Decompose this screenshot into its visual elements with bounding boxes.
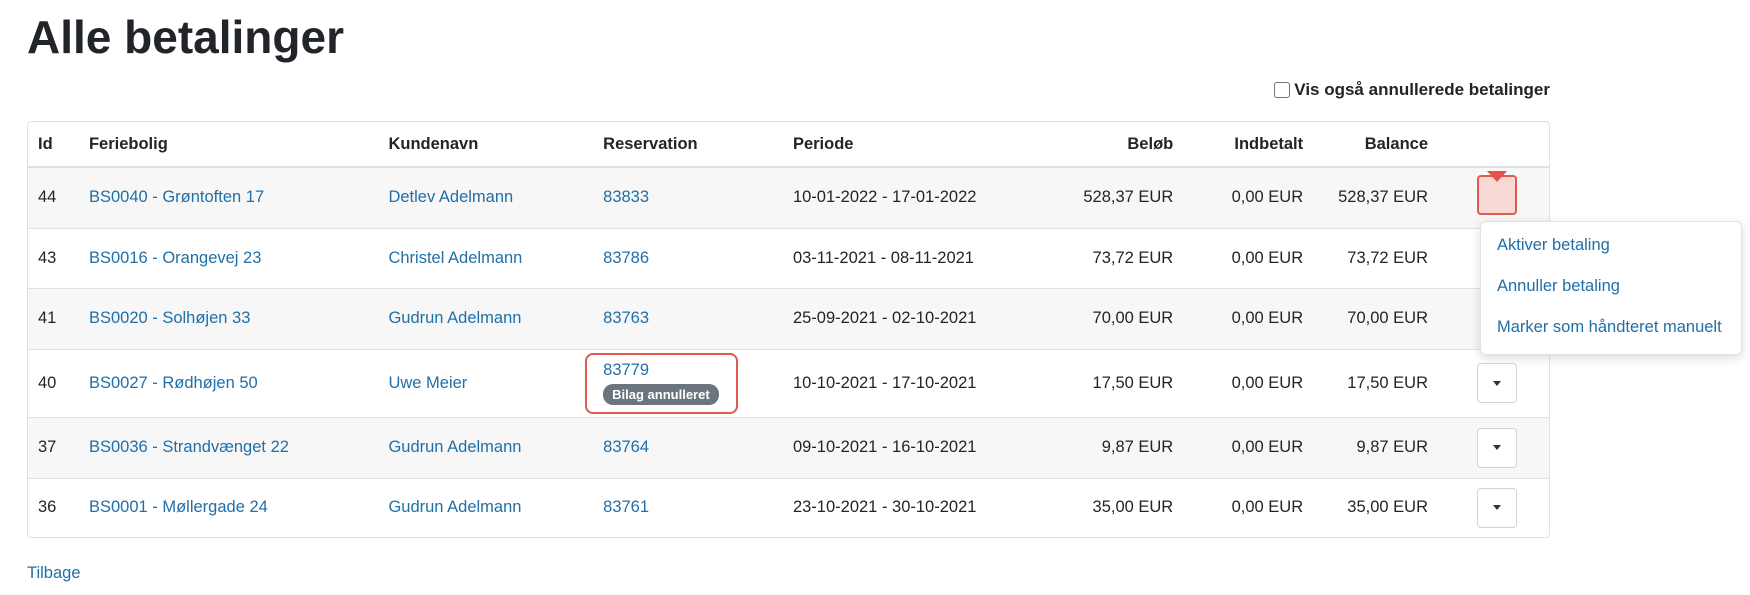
status-badge: Bilag annulleret [603, 383, 719, 405]
menu-item-activate-payment[interactable]: Aktiver betaling [1497, 236, 1741, 277]
table-row: 40 BS0027 - Rødhøjen 50 Uwe Meier 83779 … [28, 348, 1549, 417]
cell-balance: 70,00 EUR [1317, 287, 1443, 349]
cell-id: 36 [28, 477, 79, 537]
caret-down-icon [1493, 505, 1502, 511]
caret-down-icon [1493, 380, 1502, 386]
page-title: Alle betalinger [27, 11, 344, 63]
show-cancelled-filter[interactable]: Vis også annullerede betalinger [1274, 80, 1550, 100]
cell-period: 25-09-2021 - 02-10-2021 [782, 287, 1033, 349]
property-link[interactable]: BS0016 - Orangevej 23 [89, 249, 261, 267]
property-link[interactable]: BS0036 - Strandvænget 22 [89, 438, 289, 456]
cell-paid: 0,00 EUR [1187, 227, 1318, 288]
reservation-link[interactable]: 83833 [603, 188, 649, 206]
header-customer: Kundenavn [378, 122, 594, 168]
reservation-highlight: 83779 Bilag annulleret [585, 352, 738, 414]
payments-table: Id Feriebolig Kundenavn Reservation Peri… [27, 121, 1550, 538]
cell-period: 03-11-2021 - 08-11-2021 [782, 227, 1033, 288]
cell-period: 10-10-2021 - 17-10-2021 [782, 348, 1033, 417]
reservation-link[interactable]: 83763 [603, 309, 649, 327]
reservation-link[interactable]: 83786 [603, 249, 649, 267]
cell-paid: 0,00 EUR [1187, 287, 1318, 349]
customer-link[interactable]: Gudrun Adelmann [388, 498, 521, 516]
cell-amount: 528,37 EUR [1032, 166, 1188, 228]
cell-id: 37 [28, 416, 79, 478]
caret-down-icon [1493, 445, 1502, 450]
cell-id: 41 [28, 287, 79, 349]
cell-paid: 0,00 EUR [1187, 477, 1318, 537]
show-cancelled-checkbox[interactable] [1274, 82, 1291, 98]
header-amount: Beløb [1032, 122, 1188, 168]
header-actions [1442, 122, 1549, 168]
cell-balance: 73,72 EUR [1317, 227, 1443, 288]
header-balance: Balance [1317, 122, 1443, 168]
header-period: Periode [782, 122, 1033, 168]
property-link[interactable]: BS0020 - Solhøjen 33 [89, 309, 250, 327]
cell-id: 40 [28, 348, 79, 417]
row-actions-dropdown-button[interactable] [1477, 363, 1518, 403]
cell-period: 09-10-2021 - 16-10-2021 [782, 416, 1033, 478]
menu-item-mark-handled-manually[interactable]: Marker som håndteret manuelt [1497, 318, 1741, 359]
customer-link[interactable]: Gudrun Adelmann [388, 309, 521, 327]
cell-id: 44 [28, 166, 79, 228]
show-cancelled-label: Vis også annullerede betalinger [1294, 80, 1550, 99]
header-property: Feriebolig [78, 122, 379, 168]
reservation-link[interactable]: 83761 [603, 498, 649, 516]
cell-amount: 73,72 EUR [1032, 227, 1188, 288]
back-link[interactable]: Tilbage [27, 564, 81, 583]
row-actions-dropdown-button[interactable] [1477, 487, 1518, 528]
cell-period: 10-01-2022 - 17-01-2022 [782, 166, 1033, 228]
row-actions-dropdown-button[interactable] [1477, 171, 1518, 216]
header-id: Id [28, 122, 79, 168]
cell-paid: 0,00 EUR [1187, 166, 1318, 228]
property-link[interactable]: BS0027 - Rødhøjen 50 [89, 374, 258, 392]
customer-link[interactable]: Uwe Meier [388, 374, 467, 392]
cell-balance: 528,37 EUR [1317, 166, 1443, 228]
table-header-row: Id Feriebolig Kundenavn Reservation Peri… [28, 122, 1549, 168]
customer-link[interactable]: Christel Adelmann [388, 249, 522, 267]
customer-link[interactable]: Detlev Adelmann [388, 188, 513, 206]
table-row: 36 BS0001 - Møllergade 24 Gudrun Adelman… [28, 477, 1549, 537]
cell-period: 23-10-2021 - 30-10-2021 [782, 477, 1033, 537]
row-actions-dropdown-button[interactable] [1477, 427, 1518, 468]
header-paid: Indbetalt [1187, 122, 1318, 168]
cell-amount: 9,87 EUR [1032, 416, 1188, 478]
cell-paid: 0,00 EUR [1187, 416, 1318, 478]
table-row: 41 BS0020 - Solhøjen 33 Gudrun Adelmann … [28, 287, 1549, 349]
cell-amount: 70,00 EUR [1032, 287, 1188, 349]
header-reservation: Reservation [593, 122, 783, 168]
customer-link[interactable]: Gudrun Adelmann [388, 438, 521, 456]
menu-item-cancel-payment[interactable]: Annuller betaling [1497, 277, 1741, 318]
cell-amount: 17,50 EUR [1032, 348, 1188, 417]
row-actions-menu: Aktiver betaling Annuller betaling Marke… [1480, 221, 1742, 355]
reservation-link[interactable]: 83779 [603, 361, 649, 379]
cell-id: 43 [28, 227, 79, 288]
property-link[interactable]: BS0040 - Grøntoften 17 [89, 188, 264, 206]
property-link[interactable]: BS0001 - Møllergade 24 [89, 498, 268, 516]
cell-balance: 17,50 EUR [1317, 348, 1443, 417]
reservation-link[interactable]: 83764 [603, 438, 649, 456]
cell-balance: 35,00 EUR [1317, 477, 1443, 537]
table-row: 37 BS0036 - Strandvænget 22 Gudrun Adelm… [28, 416, 1549, 478]
cell-balance: 9,87 EUR [1317, 416, 1443, 478]
table-row: 44 BS0040 - Grøntoften 17 Detlev Adelman… [28, 166, 1549, 228]
cell-paid: 0,00 EUR [1187, 348, 1318, 417]
arrow-down-icon [1487, 171, 1508, 201]
table-row: 43 BS0016 - Orangevej 23 Christel Adelma… [28, 227, 1549, 288]
cell-amount: 35,00 EUR [1032, 477, 1188, 537]
